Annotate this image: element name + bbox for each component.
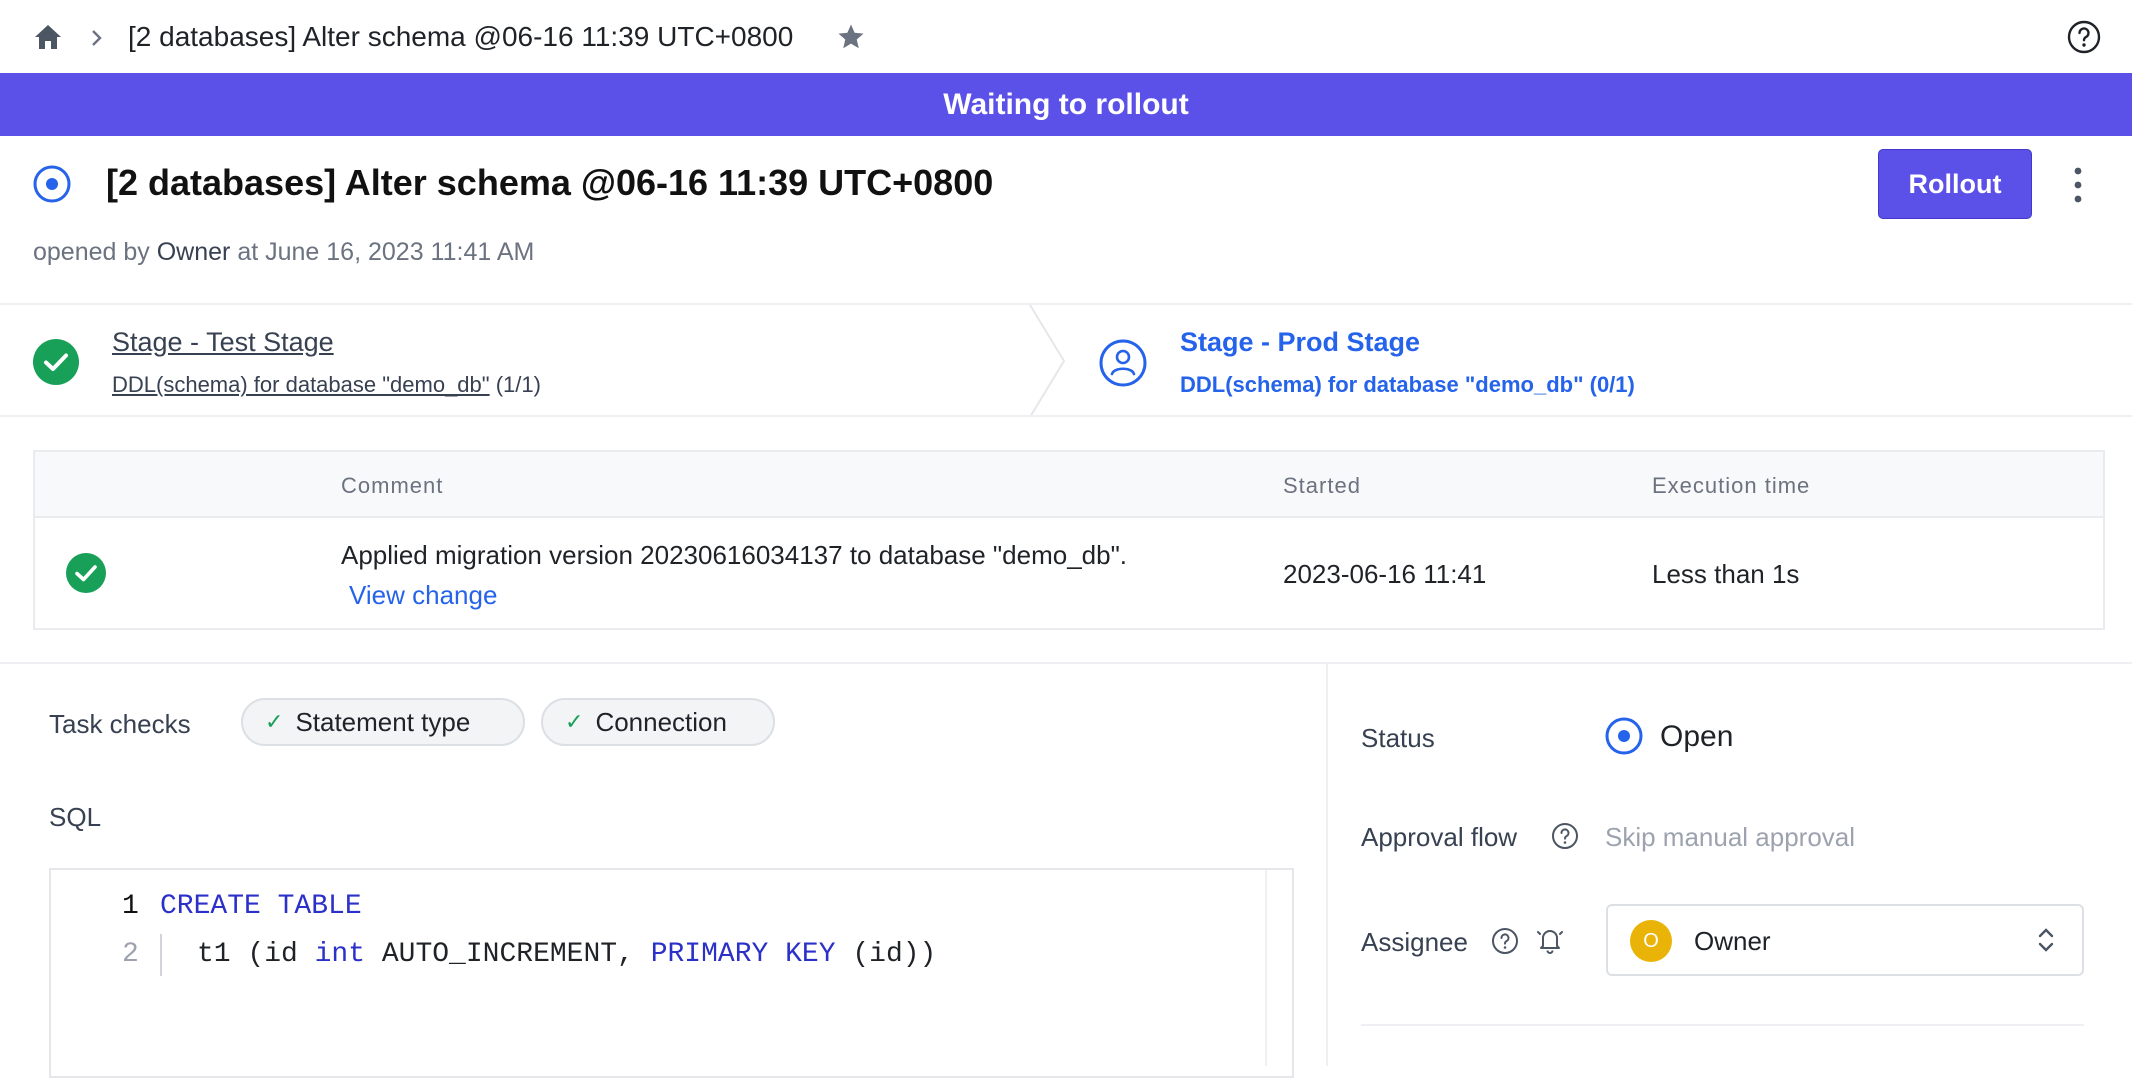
check-chip-statement-type[interactable]: ✓ Statement type xyxy=(241,698,525,746)
chevron-right-icon xyxy=(89,28,103,48)
line-number: 1 xyxy=(122,891,139,922)
stage-test-count: (1/1) xyxy=(495,372,541,397)
help-icon[interactable] xyxy=(2067,20,2101,54)
rollout-button[interactable]: Rollout xyxy=(1878,149,2032,219)
stage-test-task[interactable]: DDL(schema) for database "demo_db" xyxy=(112,372,490,397)
view-change-link[interactable]: View change xyxy=(349,580,497,611)
status-banner: Waiting to rollout xyxy=(0,73,2132,136)
assignee-value: Owner xyxy=(1694,926,1771,956)
vertical-divider xyxy=(1326,664,1328,1066)
stage-prod-title[interactable]: Stage - Prod Stage xyxy=(1180,327,1420,358)
stage-test[interactable]: Stage - Test Stage DDL(schema) for datab… xyxy=(0,305,1060,415)
line-number: 2 xyxy=(122,939,139,970)
help-circle-icon[interactable] xyxy=(1491,927,1519,955)
check-circle-icon xyxy=(66,553,106,593)
issue-title: [2 databases] Alter schema @06-16 11:39 … xyxy=(106,162,994,203)
check-icon: ✓ xyxy=(565,709,584,734)
avatar: O xyxy=(1630,920,1672,962)
star-icon[interactable] xyxy=(836,22,866,52)
breadcrumb-title: [2 databases] Alter schema @06-16 11:39 … xyxy=(128,21,794,52)
indent-guide xyxy=(160,934,162,976)
status-value: Open xyxy=(1660,720,1734,753)
table-row: Applied migration version 20230616034137… xyxy=(35,518,2103,628)
opened-prefix: opened by xyxy=(33,238,150,266)
task-checks-label: Task checks xyxy=(49,709,191,739)
sql-label: SQL xyxy=(49,802,102,832)
opened-by-line: opened by Owner at June 16, 2023 11:41 A… xyxy=(33,238,534,267)
column-header-started: Started xyxy=(1283,473,1361,498)
check-circle-icon xyxy=(33,339,79,385)
user-circle-icon xyxy=(1099,339,1147,387)
stage-prod-task[interactable]: DDL(schema) for database "demo_db" xyxy=(1180,372,1584,397)
stage-prod-count: (0/1) xyxy=(1589,372,1635,397)
opened-time: at June 16, 2023 11:41 AM xyxy=(237,238,535,266)
status-open-icon xyxy=(1604,716,1644,756)
select-chevron-icon xyxy=(2036,924,2056,956)
editor-scrollbar-track xyxy=(1265,870,1267,1066)
approval-flow-label: Approval flow xyxy=(1361,822,1518,852)
check-chip-connection[interactable]: ✓ Connection xyxy=(541,698,775,746)
issue-status-icon xyxy=(32,164,72,204)
home-icon[interactable] xyxy=(34,24,62,50)
assignee-select[interactable] xyxy=(1606,904,2084,976)
run-comment: Applied migration version 20230616034137… xyxy=(341,540,1128,570)
column-header-comment: Comment xyxy=(341,473,444,498)
status-label: Status xyxy=(1361,723,1435,753)
check-icon: ✓ xyxy=(265,709,284,734)
bell-icon[interactable] xyxy=(1535,925,1565,955)
run-execution-time: Less than 1s xyxy=(1652,559,1800,589)
column-header-execution-time: Execution time xyxy=(1652,473,1811,498)
divider xyxy=(0,662,2132,664)
more-options-icon[interactable] xyxy=(2067,165,2089,205)
stage-test-title[interactable]: Stage - Test Stage xyxy=(112,327,334,358)
divider xyxy=(0,415,2132,417)
approval-flow-value: Skip manual approval xyxy=(1605,822,1856,852)
run-started: 2023-06-16 11:41 xyxy=(1283,559,1487,589)
divider xyxy=(1361,1024,2084,1026)
chip-label: Connection xyxy=(595,706,727,737)
assignee-label: Assignee xyxy=(1361,927,1468,957)
opened-user[interactable]: Owner xyxy=(157,238,231,266)
chip-label: Statement type xyxy=(295,706,471,737)
help-circle-icon[interactable] xyxy=(1551,822,1579,850)
code-line-2: t1 (id int AUTO_INCREMENT, PRIMARY KEY (… xyxy=(197,939,937,970)
stage-arrow-divider xyxy=(1028,305,1068,417)
code-line-1: CREATE TABLE xyxy=(160,891,362,922)
stage-prod[interactable]: Stage - Prod Stage DDL(schema) for datab… xyxy=(1080,305,2132,415)
